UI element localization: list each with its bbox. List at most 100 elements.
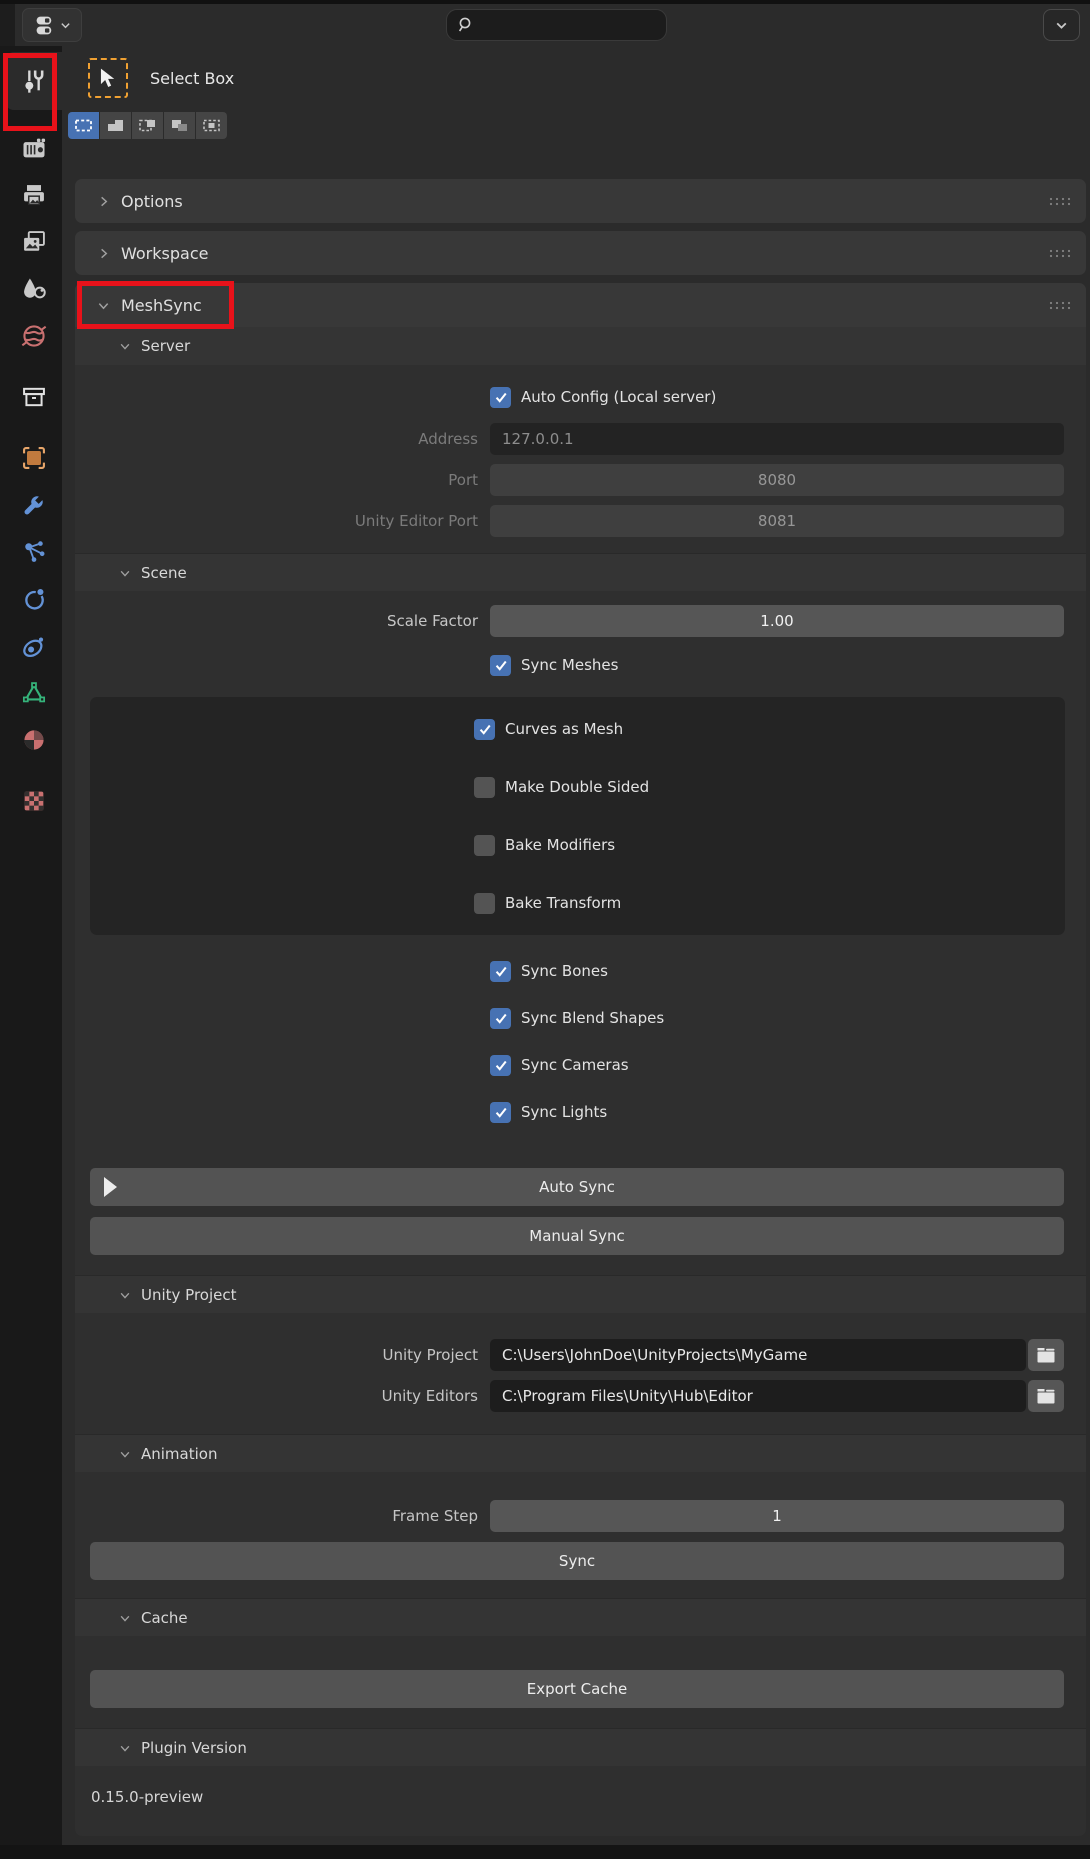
tab-scene[interactable] xyxy=(5,265,62,312)
scale-factor-field[interactable]: 1.00 xyxy=(490,605,1064,637)
tab-object-data[interactable] xyxy=(5,669,62,716)
unity-editors-row: Unity Editors C:\Program Files\Unity\Hub… xyxy=(75,1380,1086,1412)
sync-blend-shapes-checkbox[interactable] xyxy=(490,1008,511,1029)
tab-constraints[interactable] xyxy=(5,622,62,669)
unity-editor-port-row: Unity Editor Port 8081 xyxy=(75,505,1086,537)
filter-dropdown-button[interactable] xyxy=(1043,9,1080,41)
check-icon xyxy=(494,1058,508,1072)
unity-project-row: Unity Project C:\Users\JohnDoe\UnityProj… xyxy=(75,1339,1086,1371)
panel-workspace-label: Workspace xyxy=(121,244,208,263)
port-field[interactable]: 8080 xyxy=(490,464,1064,496)
tab-tool[interactable] xyxy=(5,52,62,110)
port-label: Port xyxy=(75,471,490,489)
panel-options-label: Options xyxy=(121,192,183,211)
unity-project-section: Unity Project C:\Users\JohnDoe\UnityProj… xyxy=(75,1313,1086,1434)
auto-sync-button[interactable]: Auto Sync xyxy=(90,1168,1064,1206)
subpanel-unity-project-header[interactable]: Unity Project xyxy=(75,1275,1086,1313)
auto-config-checkbox[interactable] xyxy=(490,387,511,408)
subpanel-scene-header[interactable]: Scene xyxy=(75,553,1086,591)
unity-editors-browse-button[interactable] xyxy=(1028,1380,1064,1412)
bake-transform-checkbox[interactable] xyxy=(474,893,495,914)
bake-modifiers-checkbox[interactable] xyxy=(474,835,495,856)
select-mode-intersect-button[interactable] xyxy=(196,112,227,139)
panel-workspace-header[interactable]: Workspace xyxy=(75,231,1086,275)
mesh-options-box: Curves as Mesh Make Double Sided xyxy=(90,697,1065,935)
chevron-right-icon xyxy=(97,195,110,208)
tab-modifiers[interactable] xyxy=(5,481,62,528)
panel-options: Options xyxy=(75,179,1086,223)
scene-section: Scale Factor 1.00 Sync Meshes xyxy=(75,591,1086,1275)
sync-blend-shapes-row: Sync Blend Shapes xyxy=(490,1002,1086,1034)
unity-editors-path-field[interactable]: C:\Program Files\Unity\Hub\Editor xyxy=(490,1380,1026,1412)
select-mode-set-button[interactable] xyxy=(68,112,99,139)
subpanel-animation-header[interactable]: Animation xyxy=(75,1434,1086,1472)
port-row: Port 8080 xyxy=(75,464,1086,496)
modifiers-wrench-icon xyxy=(20,491,48,519)
chevron-down-icon xyxy=(97,299,110,312)
frame-step-field[interactable]: 1 xyxy=(490,1500,1064,1532)
sync-bones-checkbox[interactable] xyxy=(490,961,511,982)
sync-lights-checkbox[interactable] xyxy=(490,1102,511,1123)
unity-project-path-field[interactable]: C:\Users\JohnDoe\UnityProjects\MyGame xyxy=(490,1339,1026,1371)
drag-grip-icon[interactable] xyxy=(1048,196,1072,206)
texture-icon xyxy=(20,787,48,815)
panel-options-header[interactable]: Options xyxy=(75,179,1086,223)
subpanel-plugin-version-label: Plugin Version xyxy=(141,1739,247,1757)
panel-meshsync-header[interactable]: MeshSync xyxy=(75,283,1086,327)
tab-world[interactable] xyxy=(5,312,62,359)
unity-editor-port-field[interactable]: 8081 xyxy=(490,505,1064,537)
world-icon xyxy=(20,322,48,350)
auto-config-row: Auto Config (Local server) xyxy=(490,381,1086,413)
folder-icon xyxy=(1036,1346,1056,1364)
subpanel-plugin-version-header[interactable]: Plugin Version xyxy=(75,1728,1086,1766)
sync-lights-label: Sync Lights xyxy=(521,1103,607,1121)
export-cache-label: Export Cache xyxy=(527,1680,628,1698)
tab-particles[interactable] xyxy=(5,528,62,575)
particles-icon xyxy=(20,538,48,566)
tab-render[interactable] xyxy=(5,124,62,171)
panel-meshsync-label: MeshSync xyxy=(121,296,202,315)
address-field[interactable]: 127.0.0.1 xyxy=(490,423,1064,455)
tab-output[interactable] xyxy=(5,171,62,218)
sync-cameras-checkbox[interactable] xyxy=(490,1055,511,1076)
select-mode-subtract-button[interactable] xyxy=(132,112,163,139)
object-data-icon xyxy=(20,679,48,707)
frame-step-row: Frame Step 1 xyxy=(75,1500,1086,1532)
output-icon xyxy=(20,181,48,209)
physics-icon xyxy=(20,585,48,613)
animation-sync-label: Sync xyxy=(559,1552,595,1570)
editor-type-dropdown[interactable] xyxy=(22,8,82,42)
frame-step-label: Frame Step xyxy=(75,1507,490,1525)
subpanel-server-header[interactable]: Server xyxy=(75,327,1086,365)
search-input[interactable] xyxy=(446,9,667,41)
tab-material[interactable] xyxy=(5,716,62,763)
tab-view-layer[interactable] xyxy=(5,218,62,265)
animation-sync-button[interactable]: Sync xyxy=(90,1542,1064,1580)
curves-as-mesh-label: Curves as Mesh xyxy=(505,720,623,738)
tool-settings-panel-area: Select Box xyxy=(62,46,1090,1845)
curves-as-mesh-checkbox[interactable] xyxy=(474,719,495,740)
bake-transform-label: Bake Transform xyxy=(505,894,621,912)
header-corner xyxy=(0,4,15,46)
tab-texture[interactable] xyxy=(5,777,62,824)
select-mode-extend-button[interactable] xyxy=(100,112,131,139)
check-icon xyxy=(494,390,508,404)
export-cache-button[interactable]: Export Cache xyxy=(90,1670,1064,1708)
tab-physics[interactable] xyxy=(5,575,62,622)
tab-collection[interactable] xyxy=(5,373,62,420)
drag-grip-icon[interactable] xyxy=(1048,300,1072,310)
play-icon xyxy=(102,1175,119,1199)
sync-meshes-checkbox[interactable] xyxy=(490,655,511,676)
manual-sync-button[interactable]: Manual Sync xyxy=(90,1217,1064,1255)
tab-object[interactable] xyxy=(5,434,62,481)
sync-blend-shapes-label: Sync Blend Shapes xyxy=(521,1009,664,1027)
drag-grip-icon[interactable] xyxy=(1048,248,1072,258)
make-double-sided-checkbox[interactable] xyxy=(474,777,495,798)
properties-tab-bar xyxy=(0,46,62,1845)
chevron-right-icon xyxy=(97,247,110,260)
properties-editor-header xyxy=(0,4,1090,46)
collection-icon xyxy=(20,383,48,411)
subpanel-cache-header[interactable]: Cache xyxy=(75,1598,1086,1636)
select-mode-invert-button[interactable] xyxy=(164,112,195,139)
unity-project-browse-button[interactable] xyxy=(1028,1339,1064,1371)
